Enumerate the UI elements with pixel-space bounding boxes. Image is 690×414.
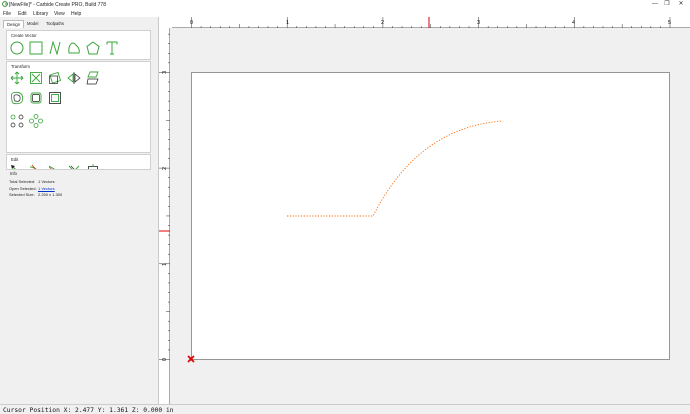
align-icon[interactable] bbox=[48, 91, 62, 105]
info-value: 2.250 x 1.300 bbox=[38, 192, 63, 197]
info-group: Info Total Selected: 1 Vectors Open Sele… bbox=[6, 169, 151, 204]
move-icon[interactable] bbox=[10, 71, 24, 85]
ruler-x-label-0: 0 bbox=[190, 20, 193, 26]
ruler-corner bbox=[159, 17, 172, 28]
canvas-drawing bbox=[187, 72, 670, 363]
window-title: [NewFile]* - Carbide Create PRO, Build 7… bbox=[9, 1, 106, 8]
edit-title: Edit bbox=[11, 157, 19, 162]
info-value: 1 Vectors bbox=[38, 179, 55, 184]
app-logo-icon bbox=[2, 1, 8, 7]
cursor-position: Cursor Position X: 2.477 Y: 1.361 Z: 0.0… bbox=[3, 406, 174, 414]
restore-button[interactable]: ❐ bbox=[660, 0, 674, 9]
horizontal-ruler: 0 1 2 3 4 5 bbox=[172, 17, 690, 28]
transform-title: Transform bbox=[11, 64, 30, 69]
menu-edit[interactable]: Edit bbox=[18, 11, 27, 17]
create-vector-title: Create Vector bbox=[11, 33, 37, 38]
scale-icon[interactable] bbox=[29, 71, 43, 85]
transform-group: Transform bbox=[6, 61, 151, 153]
info-label: Open Selected: bbox=[9, 185, 37, 191]
offset-icon[interactable] bbox=[10, 91, 24, 105]
tab-toolpaths[interactable]: Toolpaths bbox=[43, 20, 67, 28]
info-label: Total Selected: bbox=[9, 179, 36, 184]
polygon-icon[interactable] bbox=[86, 41, 100, 55]
ruler-y-label-1: 1 bbox=[162, 263, 168, 266]
ruler-x-label-5: 5 bbox=[668, 20, 671, 26]
ruler-y-label-2: 2 bbox=[162, 167, 168, 170]
array-grid-icon[interactable] bbox=[29, 114, 43, 128]
rotate-icon[interactable] bbox=[48, 71, 62, 85]
close-button[interactable]: ✕ bbox=[674, 0, 688, 9]
open-selected-link[interactable]: 1 Vectors bbox=[38, 186, 55, 191]
menu-library[interactable]: Library bbox=[33, 11, 48, 17]
info-title: Info bbox=[10, 171, 17, 176]
vertical-ruler-scale: 0 1 2 3 bbox=[159, 33, 170, 361]
ruler-x-label-1: 1 bbox=[286, 20, 289, 26]
menu-help[interactable]: Help bbox=[71, 11, 81, 17]
rectangle-icon[interactable] bbox=[29, 41, 43, 55]
ruler-x-label-2: 2 bbox=[381, 20, 384, 26]
stock-material bbox=[191, 72, 670, 360]
tab-design[interactable]: Design bbox=[3, 20, 25, 28]
skew-icon[interactable] bbox=[86, 71, 100, 85]
polyline-icon[interactable] bbox=[48, 41, 62, 55]
create-vector-group: Create Vector bbox=[6, 30, 151, 60]
circle-icon[interactable] bbox=[10, 41, 24, 55]
status-bar: Cursor Position X: 2.477 Y: 1.361 Z: 0.0… bbox=[0, 404, 690, 414]
mirror-icon[interactable] bbox=[67, 71, 81, 85]
ruler-y-label-3: 3 bbox=[162, 71, 168, 74]
info-open-selected: Open Selected: 1 Vectors bbox=[9, 185, 55, 191]
ruler-x-label-4: 4 bbox=[572, 20, 575, 26]
boolean-icon[interactable] bbox=[29, 91, 43, 105]
vertical-ruler: 0 1 2 3 bbox=[159, 28, 170, 404]
ruler-x-label-3: 3 bbox=[477, 20, 480, 26]
ruler-y-label-0: 0 bbox=[162, 358, 168, 361]
info-total-selected: Total Selected: 1 Vectors bbox=[9, 179, 55, 184]
menu-file[interactable]: File bbox=[3, 11, 11, 17]
info-label: Selected Size: bbox=[9, 192, 35, 197]
tab-model[interactable]: Model bbox=[24, 20, 41, 28]
info-selected-size: Selected Size: 2.250 x 1.300 bbox=[9, 192, 62, 197]
menu-view[interactable]: View bbox=[54, 11, 65, 17]
design-canvas[interactable] bbox=[170, 28, 690, 404]
design-panel: Design Model Toolpaths Create Vector Tra… bbox=[0, 17, 158, 404]
menu-bar: File Edit Library View Help bbox=[0, 9, 690, 17]
text-icon[interactable] bbox=[105, 41, 119, 55]
curve-icon[interactable] bbox=[67, 41, 81, 55]
array-circular-icon[interactable] bbox=[10, 114, 24, 128]
horizontal-ruler-scale: 0 1 2 3 4 5 bbox=[190, 17, 671, 28]
title-bar: [NewFile]* - Carbide Create PRO, Build 7… bbox=[0, 0, 690, 9]
